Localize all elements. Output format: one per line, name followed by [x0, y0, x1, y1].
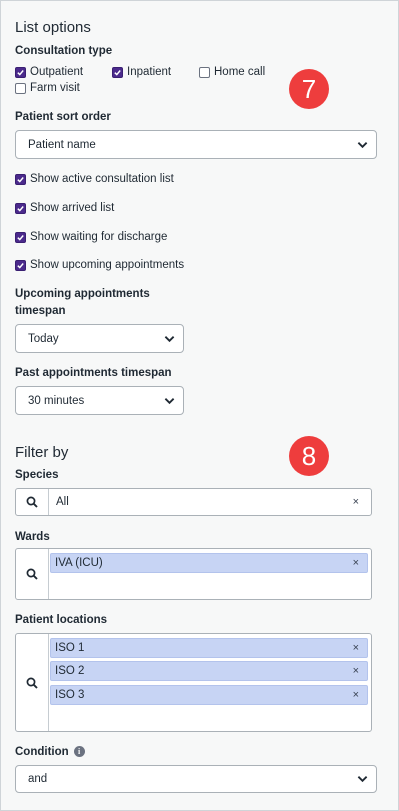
wards-multiselect[interactable]: IVA (ICU) ×: [15, 548, 372, 600]
species-search-field[interactable]: All ×: [15, 488, 372, 516]
inpatient-checkbox[interactable]: Inpatient: [112, 66, 171, 78]
checkbox-checked-icon: [112, 66, 123, 78]
checkbox-checked-icon: [15, 202, 26, 214]
step-badge-8: 8: [289, 436, 329, 476]
wards-label: Wards: [15, 531, 50, 543]
outpatient-label: Outpatient: [30, 66, 84, 78]
show-arrived-checkbox[interactable]: Show arrived list: [15, 202, 114, 214]
farm-visit-checkbox[interactable]: Farm visit: [15, 82, 80, 94]
upcoming-timespan-select[interactable]: Today: [15, 324, 184, 353]
clear-icon[interactable]: ×: [353, 496, 359, 508]
show-waiting-discharge-checkbox[interactable]: Show waiting for discharge: [15, 231, 167, 243]
remove-tag-icon[interactable]: ×: [353, 642, 359, 654]
upcoming-timespan-label-line1: Upcoming appointments: [15, 288, 150, 300]
show-upcoming-appointments-checkbox[interactable]: Show upcoming appointments: [15, 259, 184, 271]
show-upcoming-appointments-label: Show upcoming appointments: [30, 259, 185, 271]
step-badge-7: 7: [289, 69, 329, 109]
location-tag-label: ISO 1: [55, 642, 85, 654]
location-tag: ISO 1 ×: [50, 638, 368, 658]
remove-tag-icon[interactable]: ×: [353, 689, 359, 701]
checkbox-checked-icon: [15, 231, 26, 243]
checkbox-unchecked-icon: [15, 82, 26, 94]
outpatient-checkbox[interactable]: Outpatient: [15, 66, 83, 78]
checkbox-checked-icon: [15, 259, 26, 271]
checkbox-unchecked-icon: [199, 66, 210, 78]
condition-select[interactable]: and: [15, 765, 377, 793]
past-timespan-value: 30 minutes: [28, 394, 85, 407]
species-label: Species: [15, 469, 59, 481]
past-timespan-select[interactable]: 30 minutes: [15, 386, 184, 415]
upcoming-timespan-value: Today: [28, 332, 59, 345]
patient-sort-order-label: Patient sort order: [15, 111, 111, 123]
condition-label-row: Condition i: [15, 744, 85, 761]
ward-tag: IVA (ICU) ×: [50, 553, 368, 573]
show-active-consultation-label: Show active consultation list: [30, 173, 174, 185]
chevron-down-icon: [164, 397, 175, 404]
remove-tag-icon[interactable]: ×: [353, 557, 359, 569]
list-options-panel: List options Consultation type Outpatien…: [0, 0, 399, 811]
location-tag: ISO 2 ×: [50, 661, 368, 681]
condition-label: Condition: [15, 746, 69, 758]
checkbox-checked-icon: [15, 173, 26, 185]
location-tag-label: ISO 2: [55, 665, 85, 677]
home-call-checkbox[interactable]: Home call: [199, 66, 265, 78]
search-icon: [16, 549, 49, 599]
show-arrived-label: Show arrived list: [30, 202, 115, 214]
chevron-down-icon: [357, 776, 368, 783]
patient-sort-order-value: Patient name: [28, 138, 96, 151]
checkbox-checked-icon: [15, 66, 26, 78]
consultation-type-label: Consultation type: [15, 45, 113, 57]
patient-locations-multiselect[interactable]: ISO 1 × ISO 2 × ISO 3 ×: [15, 633, 372, 732]
home-call-label: Home call: [214, 66, 266, 78]
remove-tag-icon[interactable]: ×: [353, 665, 359, 677]
ward-tag-label: IVA (ICU): [55, 557, 103, 569]
location-tag: ISO 3 ×: [50, 685, 368, 705]
past-timespan-label: Past appointments timespan: [15, 367, 172, 379]
farm-visit-label: Farm visit: [30, 82, 80, 94]
search-icon: [16, 489, 49, 515]
chevron-down-icon: [164, 335, 175, 342]
chevron-down-icon: [357, 141, 368, 148]
location-tag-label: ISO 3: [55, 689, 85, 701]
info-icon[interactable]: i: [73, 746, 85, 758]
patient-locations-label: Patient locations: [15, 614, 108, 626]
list-options-title: List options: [15, 19, 91, 36]
condition-value: and: [28, 773, 48, 785]
upcoming-timespan-label-line2: timespan: [15, 305, 66, 317]
show-waiting-discharge-label: Show waiting for discharge: [30, 231, 168, 243]
filter-by-title: Filter by: [15, 444, 69, 461]
patient-sort-order-select[interactable]: Patient name: [15, 130, 377, 159]
species-value: All: [56, 496, 69, 508]
show-active-consultation-checkbox[interactable]: Show active consultation list: [15, 173, 174, 185]
inpatient-label: Inpatient: [127, 66, 172, 78]
search-icon: [16, 634, 49, 731]
